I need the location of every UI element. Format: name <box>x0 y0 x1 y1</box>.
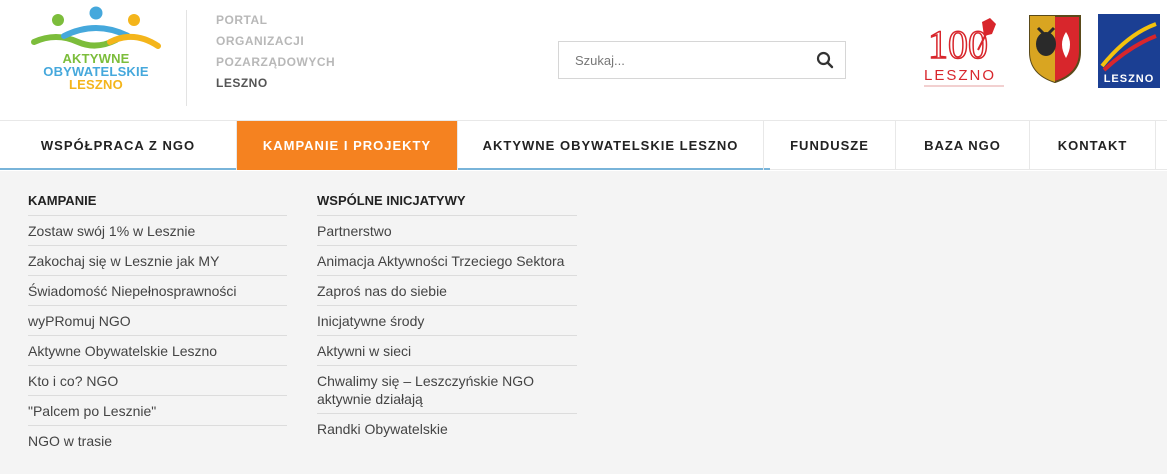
menu-column-inicjatywy: WSPÓLNE INICJATYWY Partnerstwo Animacja … <box>317 185 577 443</box>
menu-link[interactable]: NGO w trasie <box>28 426 287 455</box>
nav-item-fundusze[interactable]: FUNDUSZE <box>764 121 896 170</box>
leszno-region-logo[interactable]: LESZNO <box>1098 14 1160 88</box>
nav-item-label: KAMPANIE I PROJEKTY <box>262 138 432 153</box>
logo-figures-icon <box>31 6 161 49</box>
search-box <box>558 41 846 79</box>
menu-link[interactable]: Aktywne Obywatelskie Leszno <box>28 336 287 366</box>
menu-link[interactable]: Zakochaj się w Lesznie jak MY <box>28 246 287 276</box>
search-input[interactable] <box>559 42 799 78</box>
menu-column-title: WSPÓLNE INICJATYWY <box>317 185 577 216</box>
nav-item-wspolpraca[interactable]: WSPÓŁPRACA Z NGO <box>0 121 237 170</box>
menu-column-kampanie: KAMPANIE Zostaw swój 1% w Lesznie Zakoch… <box>28 185 287 455</box>
nav-item-label: AKTYWNE OBYWATELSKIE LESZNO <box>482 138 739 153</box>
logo-text: AKTYWNE OBYWATELSKIE LESZNO <box>26 52 166 91</box>
svg-text:100: 100 <box>928 22 988 67</box>
leszno-100-icon: 100 LESZNO <box>924 18 1004 87</box>
menu-link[interactable]: Zostaw swój 1% w Lesznie <box>28 216 287 246</box>
coat-of-arms[interactable] <box>1026 12 1084 84</box>
menu-link[interactable]: "Palcem po Lesznie" <box>28 396 287 426</box>
nav-item-label: WSPÓŁPRACA Z NGO <box>40 138 196 153</box>
nav-item-kontakt[interactable]: KONTAKT <box>1030 121 1156 170</box>
portal-line-4: LESZNO <box>216 76 268 90</box>
nav-item-kampanie[interactable]: KAMPANIE I PROJEKTY <box>237 121 458 170</box>
menu-link[interactable]: Zaproś nas do siebie <box>317 276 577 306</box>
leszno-100-label: LESZNO <box>924 67 996 84</box>
search-icon[interactable] <box>815 50 835 70</box>
portal-line-3: POZARZĄDOWYCH <box>216 55 336 69</box>
leszno-100-emblem[interactable]: 100 LESZNO <box>920 14 1010 90</box>
portal-title: PORTAL ORGANIZACJI POZARZĄDOWYCH LESZNO <box>216 10 335 94</box>
menu-link[interactable]: Chwalimy się – Leszczyńskie NGO aktywnie… <box>317 366 577 414</box>
nav-item-label: KONTAKT <box>1057 138 1128 153</box>
logo-line-3: LESZNO <box>69 77 123 92</box>
site-logo[interactable]: AKTYWNE OBYWATELSKIE LESZNO <box>26 6 166 106</box>
nav-item-baza-ngo[interactable]: BAZA NGO <box>896 121 1030 170</box>
nav-item-label: BAZA NGO <box>924 138 1001 153</box>
menu-column-title: KAMPANIE <box>28 185 287 216</box>
menu-link[interactable]: wyPRomuj NGO <box>28 306 287 336</box>
menu-link[interactable]: Świadomość Niepełnosprawności <box>28 276 287 306</box>
leszno-region-icon: LESZNO <box>1098 14 1160 88</box>
menu-link[interactable]: Kto i co? NGO <box>28 366 287 396</box>
menu-link[interactable]: Aktywni w sieci <box>317 336 577 366</box>
menu-link[interactable]: Partnerstwo <box>317 216 577 246</box>
nav-item-label: FUNDUSZE <box>790 138 869 153</box>
portal-line-1: PORTAL <box>216 13 268 27</box>
header-divider <box>186 10 187 106</box>
menu-link[interactable]: Animacja Aktywności Trzeciego Sektora <box>317 246 577 276</box>
menu-link[interactable]: Randki Obywatelskie <box>317 414 577 443</box>
portal-line-2: ORGANIZACJI <box>216 34 305 48</box>
coat-of-arms-icon <box>1029 15 1081 84</box>
site-header: AKTYWNE OBYWATELSKIE LESZNO PORTAL ORGAN… <box>0 0 1167 120</box>
leszno-region-label: LESZNO <box>1104 73 1155 85</box>
main-navigation: WSPÓŁPRACA Z NGO KAMPANIE I PROJEKTY AKT… <box>0 120 1167 170</box>
mega-menu-panel: KAMPANIE Zostaw swój 1% w Lesznie Zakoch… <box>0 171 1167 474</box>
menu-link[interactable]: Inicjatywne środy <box>317 306 577 336</box>
nav-item-aktywne-leszno[interactable]: AKTYWNE OBYWATELSKIE LESZNO <box>458 121 764 170</box>
